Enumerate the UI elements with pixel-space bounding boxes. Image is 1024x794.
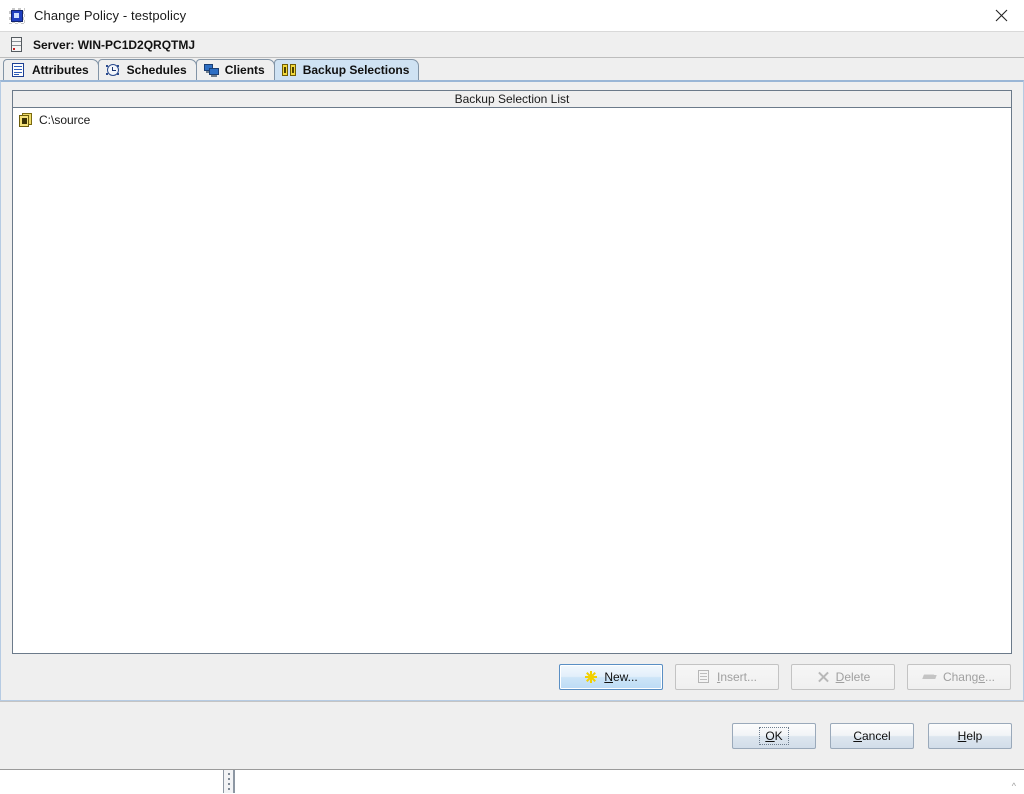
list-header: Backup Selection List — [13, 91, 1011, 108]
splitter-handle[interactable] — [223, 770, 235, 793]
new-button-label: ew... — [612, 670, 638, 684]
new-button[interactable]: New... — [559, 664, 663, 690]
backup-selections-icon — [281, 63, 297, 77]
tab-attributes[interactable]: Attributes — [3, 59, 99, 80]
cancel-button-mnemonic: C — [853, 728, 862, 743]
tab-schedules[interactable]: Schedules — [97, 59, 197, 80]
x-icon — [816, 670, 830, 684]
change-policy-window: Change Policy - testpolicy Server: WIN-P… — [0, 0, 1024, 794]
computer-icon — [203, 63, 219, 77]
cancel-button-label: ancel — [861, 728, 891, 743]
server-icon — [10, 37, 24, 52]
policy-icon — [9, 7, 25, 24]
ok-button-label: K — [774, 728, 783, 743]
caret-marker: ^ — [1011, 781, 1016, 791]
backup-selection-list: Backup Selection List C:\source — [12, 90, 1012, 654]
tab-backup-selections[interactable]: Backup Selections — [273, 59, 420, 80]
change-button-prefix: Chang — [942, 670, 979, 684]
insert-button[interactable]: Insert... — [675, 664, 779, 690]
server-bar: Server: WIN-PC1D2QRQTMJ — [0, 32, 1024, 58]
close-icon[interactable] — [978, 0, 1024, 31]
change-button-mnemonic: e — [978, 670, 986, 684]
help-button-mnemonic: H — [957, 728, 967, 743]
ok-button-mnemonic: O — [765, 728, 775, 743]
list-action-buttons: New... Insert... Delete Change... — [1, 654, 1023, 700]
clock-icon — [105, 63, 121, 77]
cancel-button[interactable]: Cancel — [830, 722, 914, 749]
tab-attributes-label: Attributes — [32, 63, 89, 77]
change-button-label: ... — [985, 670, 996, 684]
tab-clients-label: Clients — [224, 63, 265, 77]
window-title: Change Policy - testpolicy — [34, 8, 187, 23]
server-label: Server: WIN-PC1D2QRQTMJ — [33, 37, 196, 52]
starburst-icon — [584, 670, 598, 684]
folder-document-icon — [19, 112, 33, 127]
backup-selections-panel: Backup Selection List C:\source New... I… — [0, 80, 1024, 701]
change-icon — [922, 670, 937, 684]
list-item-label: C:\source — [39, 112, 91, 127]
tab-strip: Attributes Schedules Clients Backup Sele… — [0, 58, 1024, 80]
change-button[interactable]: Change... — [907, 664, 1011, 690]
ok-button[interactable]: OK — [732, 722, 816, 749]
help-button-label: elp — [966, 728, 983, 743]
titlebar: Change Policy - testpolicy — [0, 0, 1024, 32]
tab-schedules-label: Schedules — [126, 63, 187, 77]
help-button[interactable]: Help — [928, 722, 1012, 749]
delete-button-mnemonic: D — [835, 670, 845, 684]
delete-button[interactable]: Delete — [791, 664, 895, 690]
document-icon — [697, 670, 711, 684]
insert-button-label: nsert... — [720, 670, 758, 684]
delete-button-label: elete — [844, 670, 871, 684]
new-button-mnemonic: N — [604, 670, 613, 684]
status-strip: ^ — [0, 769, 1024, 794]
tab-backup-selections-label: Backup Selections — [302, 63, 410, 77]
list-body[interactable]: C:\source — [13, 108, 1011, 653]
attributes-icon — [11, 63, 26, 77]
dialog-footer: OK Cancel Help — [0, 701, 1024, 769]
tab-clients[interactable]: Clients — [195, 59, 275, 80]
list-item[interactable]: C:\source — [13, 111, 1011, 128]
